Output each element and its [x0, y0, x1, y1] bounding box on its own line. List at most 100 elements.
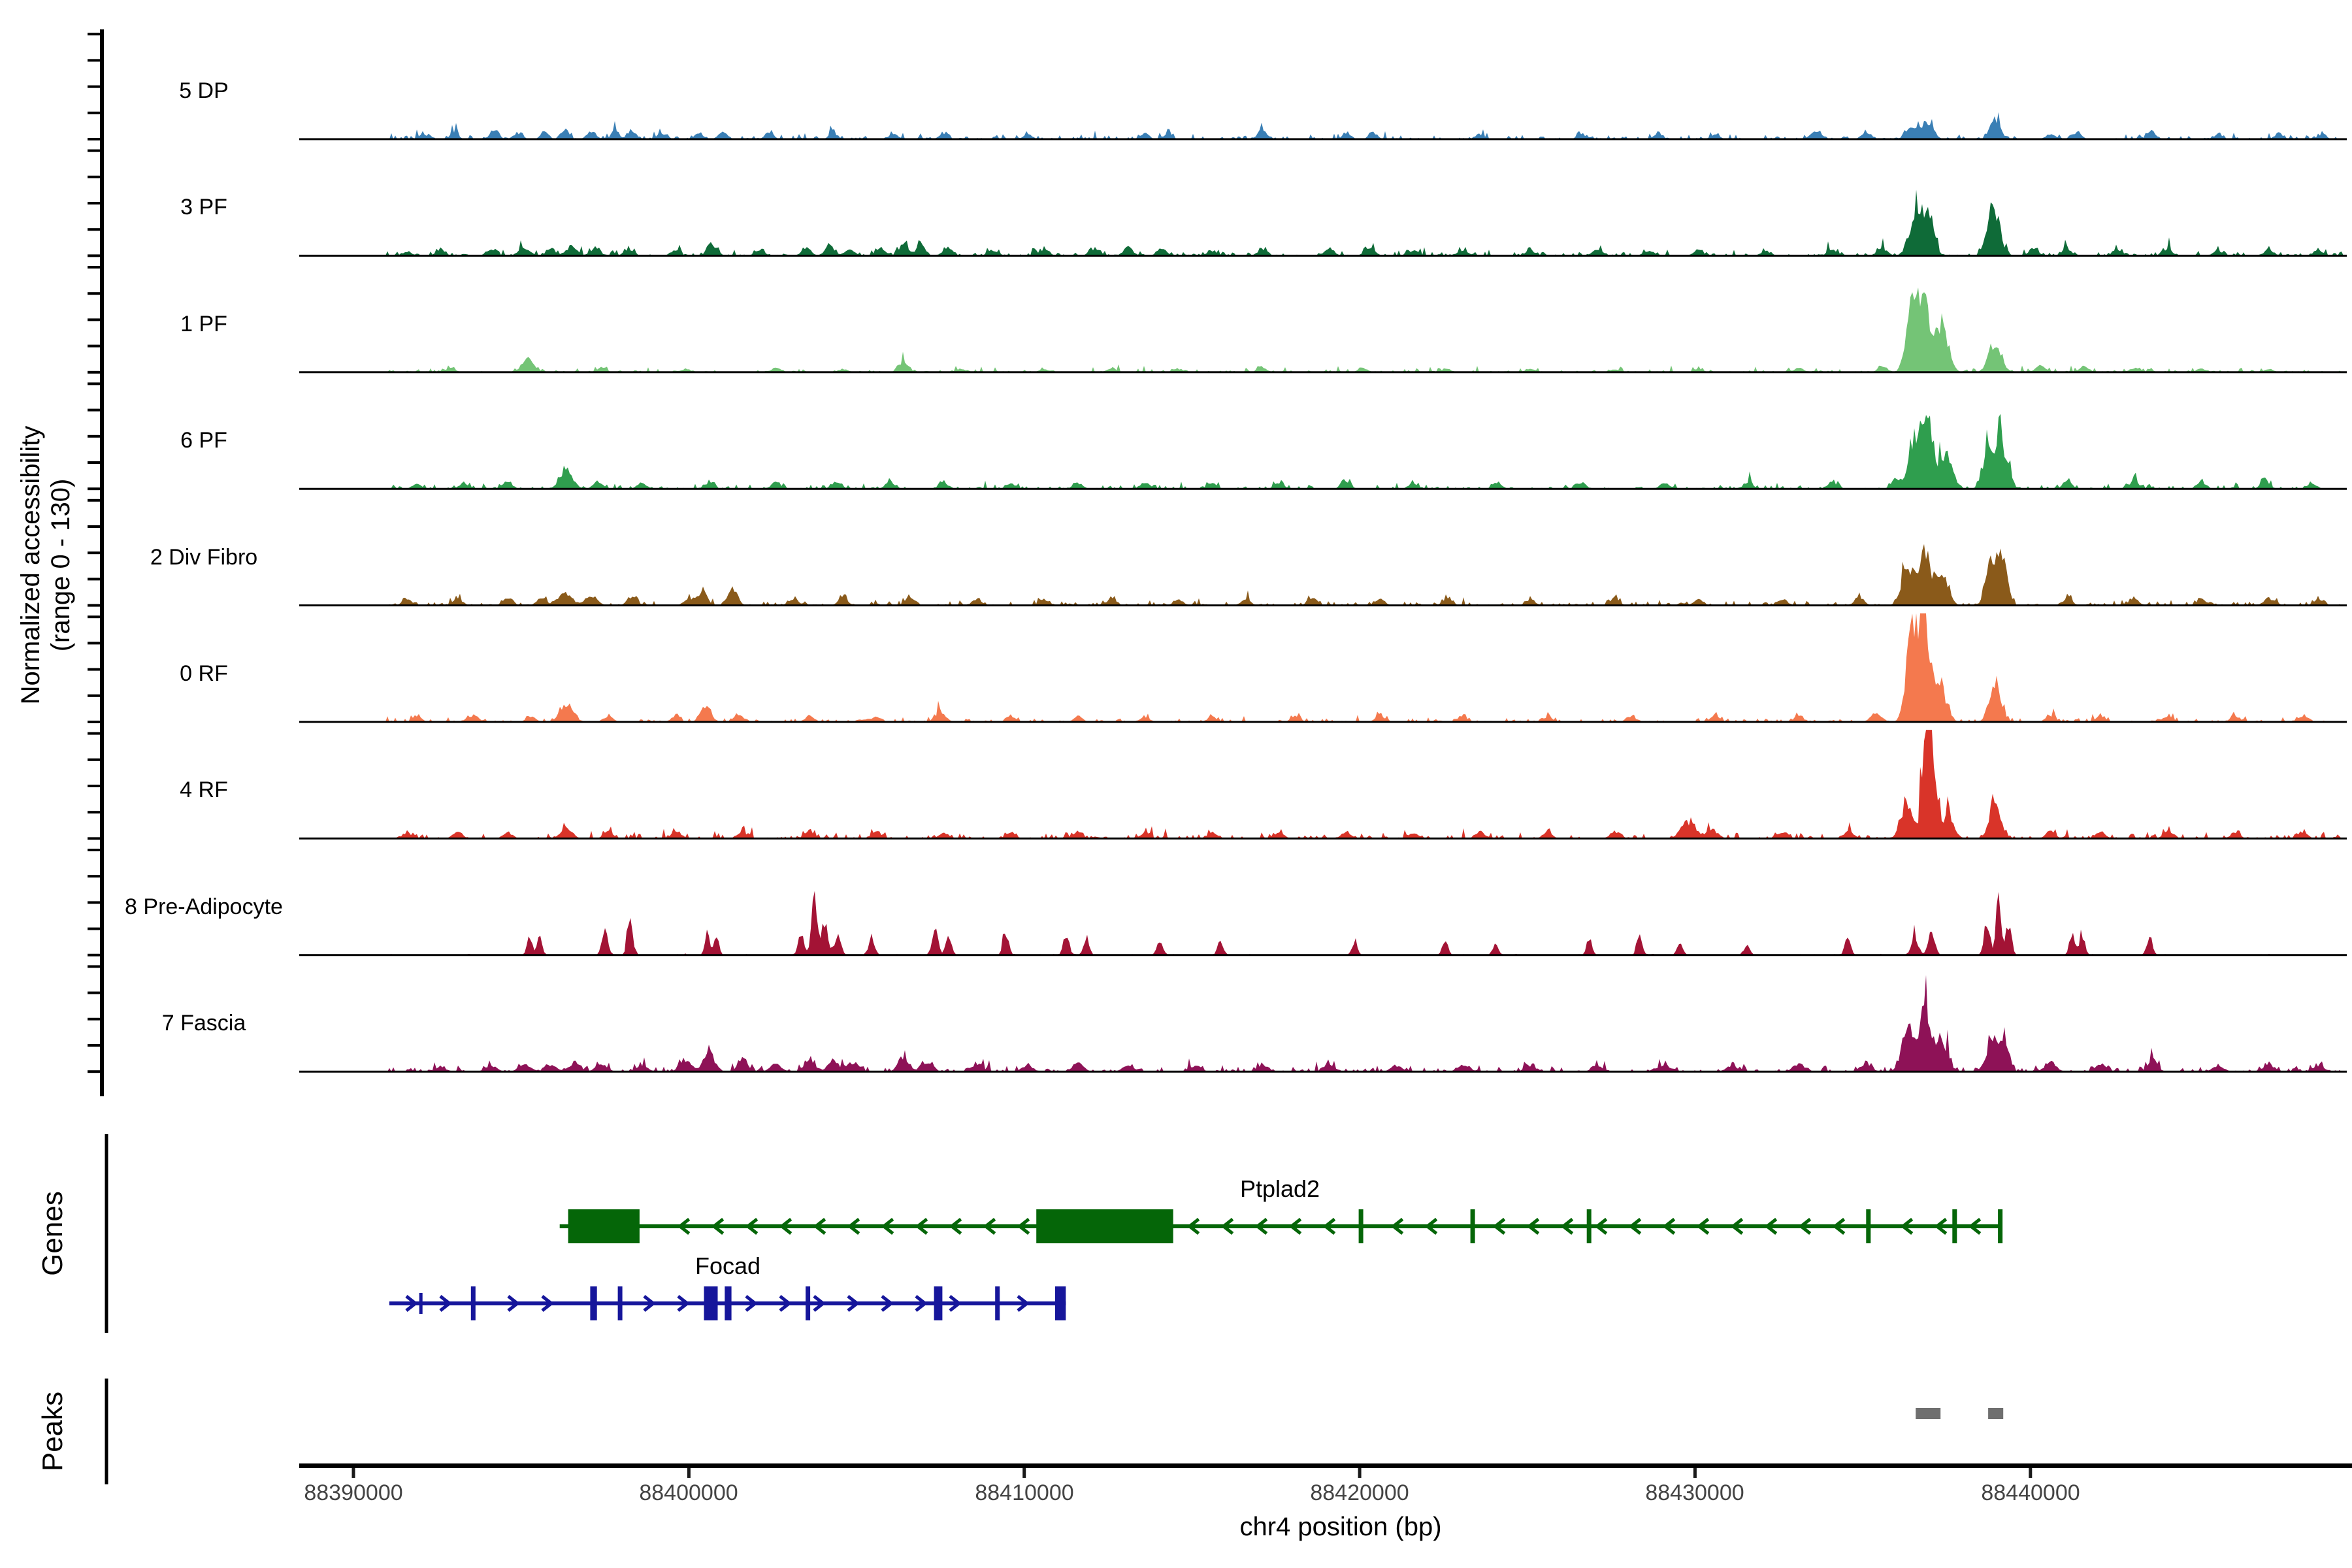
x-axis: 8839000088400000884100008842000088430000…: [299, 1463, 2352, 1541]
gene-exon-thin: [1471, 1209, 1475, 1243]
x-axis-tick: [1358, 1468, 1362, 1478]
track-signal: [299, 544, 2347, 606]
gene-exon-thick: [568, 1209, 640, 1243]
track-6-pf: 6 PF: [180, 414, 2347, 489]
gene-ptplad2: Ptplad2: [560, 1175, 2002, 1243]
y-axis-tick: [88, 150, 100, 152]
gene-models: Ptplad2 Focad: [389, 1175, 2002, 1320]
y-axis-tick: [88, 732, 100, 735]
x-axis-tick-label: 88390000: [304, 1480, 402, 1505]
x-axis-tick: [1022, 1468, 1026, 1478]
x-axis-tick: [687, 1468, 691, 1478]
gene-exon-thick: [704, 1286, 718, 1320]
gene-exon-thin: [1359, 1209, 1364, 1243]
x-axis-ticks: 8839000088400000884100008842000088430000…: [304, 1468, 2080, 1505]
gene-exon-small: [419, 1293, 423, 1314]
y-axis-tick: [88, 849, 100, 851]
x-axis-tick: [2029, 1468, 2032, 1478]
y-axis-tick: [88, 318, 100, 321]
y-axis-tick: [88, 461, 100, 464]
y-axis-tick: [88, 811, 100, 813]
track-2-div-fibro: 2 Div Fibro: [150, 544, 2347, 606]
gene-exon-thin: [1952, 1209, 1957, 1243]
y-axis-tick: [88, 615, 100, 618]
x-axis-tick: [352, 1468, 355, 1478]
track-label: 0 RF: [180, 661, 228, 686]
track-signal: [299, 287, 2347, 372]
track-8-pre-adipocyte: 8 Pre-Adipocyte: [125, 891, 2347, 955]
x-axis-tick-label: 88400000: [639, 1480, 738, 1505]
x-axis-title: chr4 position (bp): [1239, 1512, 1441, 1541]
y-axis-tick: [88, 487, 100, 490]
genes-section: Genes Ptplad2 Focad: [37, 1134, 2002, 1333]
gene-exon-thin: [471, 1286, 476, 1320]
y-axis-tick: [88, 525, 100, 528]
x-axis-line: [299, 1463, 2352, 1468]
gene-exon-thick: [725, 1286, 731, 1320]
gene-name-label: Focad: [695, 1252, 760, 1279]
y-axis-tick: [88, 668, 100, 671]
track-4-rf: 4 RF: [180, 730, 2347, 838]
track-1-pf: 1 PF: [180, 287, 2347, 372]
x-axis-tick: [1693, 1468, 1697, 1478]
track-0-rf: 0 RF: [180, 613, 2347, 722]
y-axis-tick: [88, 578, 100, 580]
track-signal: [299, 414, 2347, 489]
gene-exon-thick: [1055, 1286, 1066, 1320]
track-label: 3 PF: [180, 195, 227, 220]
y-axis-line: [100, 29, 104, 1096]
y-axis-tick: [88, 604, 100, 607]
y-axis-tick: [88, 59, 100, 61]
y-axis-tick: [88, 33, 100, 35]
gene-exon-thin: [618, 1286, 623, 1320]
y-axis-tick: [88, 254, 100, 257]
y-axis-tick: [88, 292, 100, 295]
track-5-dp: 5 DP: [179, 78, 2347, 139]
y-axis-label-line1: Normalized accessibility: [16, 426, 45, 705]
peaks-section: Peaks: [37, 1379, 2003, 1484]
y-axis-tick: [88, 721, 100, 723]
coverage-plot-svg: Normalized accessibility (range 0 - 130)…: [0, 0, 2352, 1568]
track-label: 5 DP: [179, 78, 229, 103]
track-signal: [299, 112, 2347, 139]
y-axis-tick: [88, 499, 100, 502]
track-signal: [299, 613, 2347, 722]
x-axis-tick-label: 88440000: [1981, 1480, 2080, 1505]
x-axis-tick-label: 88410000: [975, 1480, 1073, 1505]
gene-exon-thin: [1998, 1209, 2002, 1243]
track-label: 8 Pre-Adipocyte: [125, 894, 283, 919]
gene-exon-thin: [806, 1286, 810, 1320]
y-axis-tick: [88, 409, 100, 412]
track-7-fascia: 7 Fascia: [162, 975, 2347, 1071]
y-axis-tick: [88, 345, 100, 348]
y-axis-tick: [88, 759, 100, 761]
gene-focad: Focad: [389, 1252, 1066, 1320]
genes-section-label: Genes: [37, 1191, 69, 1276]
y-axis-tick: [88, 992, 100, 994]
track-label: 4 RF: [180, 777, 228, 802]
track-signal: [299, 730, 2347, 838]
track-signal: [299, 189, 2347, 255]
track-label: 2 Div Fibro: [150, 545, 257, 570]
gene-exon-thick: [1036, 1209, 1173, 1243]
y-axis-tick: [88, 228, 100, 231]
track-signal: [299, 975, 2347, 1071]
gene-exon-thin: [1587, 1209, 1592, 1243]
y-axis-tick: [88, 875, 100, 877]
genome-coverage-figure: Normalized accessibility (range 0 - 130)…: [0, 0, 2352, 1568]
y-axis-tick: [88, 901, 100, 904]
track-signal: [299, 891, 2347, 955]
y-axis-tick: [88, 1044, 100, 1047]
gene-exon-thick: [590, 1286, 596, 1320]
y-axis-tick: [88, 694, 100, 697]
y-axis-tick: [88, 954, 100, 956]
y-axis-tick: [88, 176, 100, 178]
y-axis-tick: [88, 138, 100, 140]
y-axis-tick: [88, 86, 100, 88]
y-axis-tick: [88, 928, 100, 930]
y-axis-tick: [88, 1018, 100, 1021]
y-axis-tick: [88, 837, 100, 840]
y-axis-tick: [88, 642, 100, 644]
y-axis-tick: [88, 1070, 100, 1073]
y-axis-label-line2: (range 0 - 130): [46, 479, 75, 652]
